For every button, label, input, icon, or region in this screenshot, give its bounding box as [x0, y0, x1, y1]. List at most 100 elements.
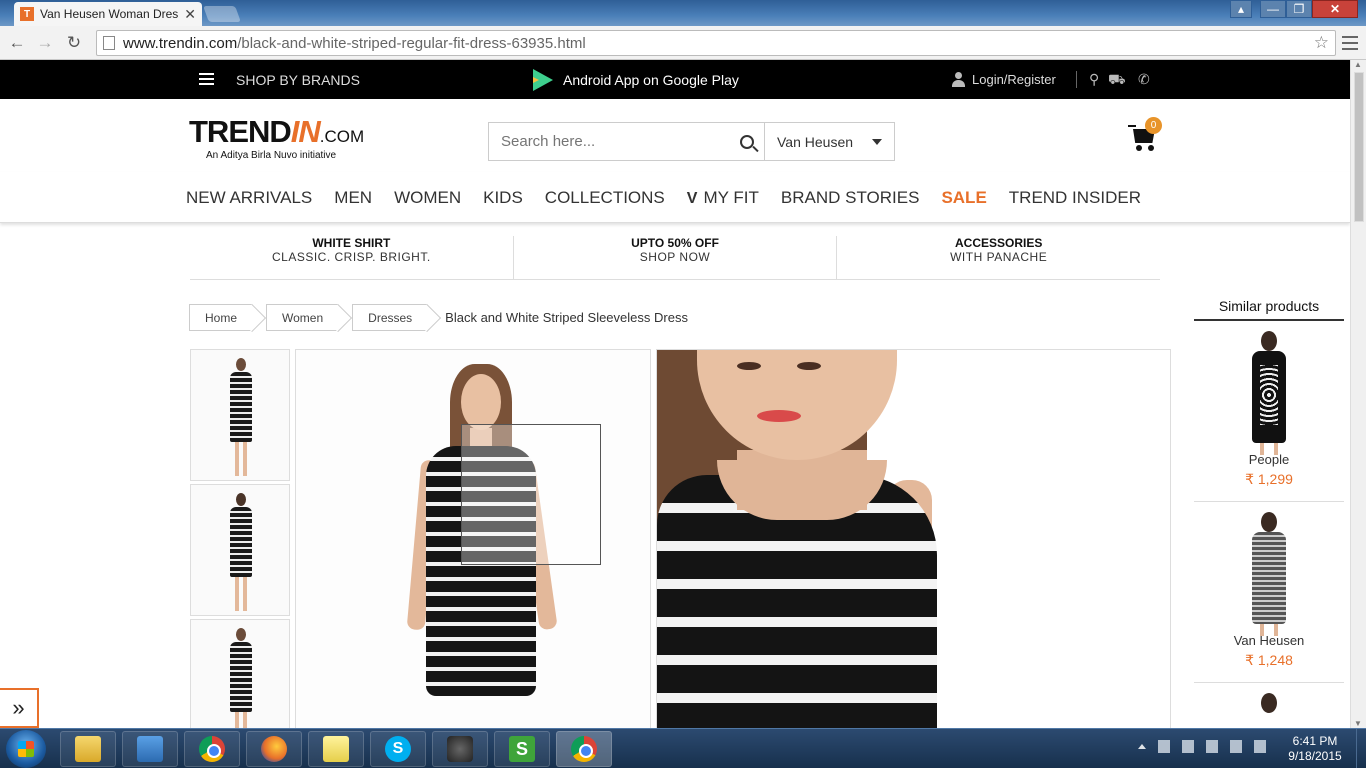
- url-domain: www.trendin.com: [123, 34, 238, 52]
- user-profile-icon[interactable]: ▴: [1230, 0, 1252, 18]
- java-ee-ide-icon: [447, 736, 473, 762]
- nav-new-arrivals[interactable]: NEW ARRIVALS: [186, 188, 312, 208]
- similar-product-card[interactable]: People ₹ 1,299: [1194, 321, 1344, 502]
- location-pin-icon[interactable]: ⚲: [1089, 71, 1099, 88]
- address-bar[interactable]: www.trendin.com/black-and-white-striped-…: [96, 30, 1336, 56]
- minimize-button[interactable]: —: [1260, 0, 1286, 18]
- my-fit-icon: V: [686, 190, 698, 207]
- browser-menu-icon[interactable]: [1342, 34, 1358, 52]
- expand-sidebar-button[interactable]: »: [0, 688, 39, 728]
- promo-sale[interactable]: UPTO 50% OFF SHOP NOW: [514, 236, 838, 279]
- page-scrollbar[interactable]: ▲ ▼: [1350, 60, 1366, 728]
- product-image[interactable]: [1244, 693, 1294, 723]
- similar-product-brand[interactable]: Van Heusen: [1194, 633, 1344, 648]
- nav-kids[interactable]: KIDS: [483, 188, 523, 208]
- product-zoom-image: [656, 349, 1171, 728]
- nav-sale[interactable]: SALE: [941, 188, 986, 208]
- browser-tabstrip: T Van Heusen Woman Dres ✕ ▴ — ❐ ✕: [0, 0, 1366, 26]
- taskbar-media-player[interactable]: [122, 731, 178, 767]
- reload-icon[interactable]: ↻: [63, 32, 85, 54]
- show-desktop-button[interactable]: [1356, 729, 1366, 768]
- product-thumbnail[interactable]: [190, 484, 290, 616]
- taskbar-chrome[interactable]: [184, 731, 240, 767]
- similar-product-card[interactable]: Van Heusen ₹ 1,248: [1194, 502, 1344, 683]
- promo-white-shirt[interactable]: WHITE SHIRT CLASSIC. CRISP. BRIGHT.: [190, 236, 514, 279]
- promo-sub: CLASSIC. CRISP. BRIGHT.: [272, 250, 431, 264]
- android-app-link[interactable]: Android App on Google Play: [563, 72, 739, 88]
- similar-product-price: ₹ 1,299: [1245, 471, 1293, 487]
- taskbar-chrome-active[interactable]: [556, 731, 612, 767]
- taskbar-clock[interactable]: 6:41 PM 9/18/2015: [1280, 734, 1350, 764]
- search-box: Van Heusen: [488, 122, 895, 161]
- back-arrow-icon[interactable]: ←: [6, 32, 28, 54]
- zoom-lens[interactable]: [461, 424, 601, 565]
- firefox-icon: [261, 736, 287, 762]
- taskbar-s5-app[interactable]: S: [494, 731, 550, 767]
- promo-accessories[interactable]: ACCESSORIES WITH PANACHE: [837, 236, 1160, 279]
- product-thumbnail[interactable]: [190, 349, 290, 481]
- system-tray: [1138, 740, 1266, 753]
- volume-icon[interactable]: [1254, 740, 1266, 753]
- network-icon[interactable]: [1230, 740, 1242, 753]
- maximize-button[interactable]: ❐: [1286, 0, 1312, 18]
- site-header: TRENDIN.COM An Aditya Birla Nuvo initiat…: [0, 99, 1350, 172]
- scroll-down-icon[interactable]: ▼: [1354, 719, 1362, 728]
- phone-icon[interactable]: ✆: [1138, 71, 1150, 88]
- delivery-truck-icon[interactable]: ⛟: [1108, 71, 1126, 90]
- similar-product-card[interactable]: [1194, 683, 1344, 723]
- dropbox-icon[interactable]: [1182, 740, 1194, 753]
- windows-taskbar: S S 6:41 PM 9/18/2015: [0, 728, 1366, 768]
- promo-sub: SHOP NOW: [639, 250, 711, 264]
- product-main-image[interactable]: [295, 349, 651, 728]
- browser-tab[interactable]: T Van Heusen Woman Dres ✕: [14, 2, 202, 26]
- folder-icon: [75, 736, 101, 762]
- taskbar-explorer[interactable]: [60, 731, 116, 767]
- chrome-icon: [571, 736, 597, 762]
- bookmark-star-icon[interactable]: ☆: [1314, 33, 1329, 53]
- device-icon[interactable]: [1206, 740, 1218, 753]
- new-tab-button[interactable]: [203, 6, 241, 22]
- similar-product-brand[interactable]: People: [1194, 452, 1344, 467]
- show-hidden-icons-icon[interactable]: [1138, 744, 1146, 749]
- product-image[interactable]: [1244, 331, 1294, 455]
- scrollbar-thumb[interactable]: [1354, 72, 1364, 222]
- nav-women[interactable]: WOMEN: [394, 188, 461, 208]
- nav-men[interactable]: MEN: [334, 188, 372, 208]
- start-button[interactable]: [6, 730, 46, 768]
- nav-my-fit-label: MY FIT: [703, 188, 759, 207]
- taskbar-skype[interactable]: S: [370, 731, 426, 767]
- breadcrumb-home[interactable]: Home: [189, 304, 253, 331]
- product-thumbnail[interactable]: [190, 619, 290, 728]
- main-navigation: NEW ARRIVALS MEN WOMEN KIDS COLLECTIONS …: [0, 172, 1350, 223]
- favicon-icon: T: [20, 7, 34, 21]
- hamburger-menu-icon[interactable]: [199, 73, 214, 85]
- breadcrumb-dresses[interactable]: Dresses: [352, 304, 428, 331]
- taskbar-java-ee-ide[interactable]: [432, 731, 488, 767]
- brand-select[interactable]: Van Heusen: [765, 123, 894, 160]
- close-tab-icon[interactable]: ✕: [184, 6, 196, 23]
- nav-trend-insider[interactable]: TREND INSIDER: [1009, 188, 1141, 208]
- browser-toolbar: ← → ↻ www.trendin.com/black-and-white-st…: [0, 26, 1366, 60]
- page-viewport: SHOP BY BRANDS Android App on Google Pla…: [0, 60, 1350, 728]
- taskbar-sticky-notes[interactable]: [308, 731, 364, 767]
- trendin-logo[interactable]: TRENDIN.COM An Aditya Birla Nuvo initiat…: [189, 116, 364, 161]
- breadcrumb-women[interactable]: Women: [266, 304, 339, 331]
- nav-brand-stories[interactable]: BRAND STORIES: [781, 188, 920, 208]
- login-register-link[interactable]: Login/Register: [972, 72, 1056, 87]
- search-input[interactable]: [489, 123, 729, 160]
- taskbar-firefox[interactable]: [246, 731, 302, 767]
- scroll-up-icon[interactable]: ▲: [1354, 60, 1362, 69]
- nav-collections[interactable]: COLLECTIONS: [545, 188, 665, 208]
- divider: [1076, 71, 1077, 88]
- product-thumbnails: [190, 349, 290, 728]
- forward-arrow-icon[interactable]: →: [34, 32, 56, 54]
- search-button[interactable]: [729, 123, 765, 160]
- action-center-icon[interactable]: [1158, 740, 1170, 753]
- promo-heading: ACCESSORIES: [955, 236, 1043, 250]
- close-window-button[interactable]: ✕: [1312, 0, 1358, 18]
- nav-my-fit[interactable]: V MY FIT: [687, 188, 759, 208]
- google-play-icon[interactable]: [533, 69, 553, 91]
- shop-by-brands-link[interactable]: SHOP BY BRANDS: [236, 72, 360, 88]
- promo-strip: WHITE SHIRT CLASSIC. CRISP. BRIGHT. UPTO…: [190, 236, 1160, 280]
- product-image[interactable]: [1244, 512, 1294, 636]
